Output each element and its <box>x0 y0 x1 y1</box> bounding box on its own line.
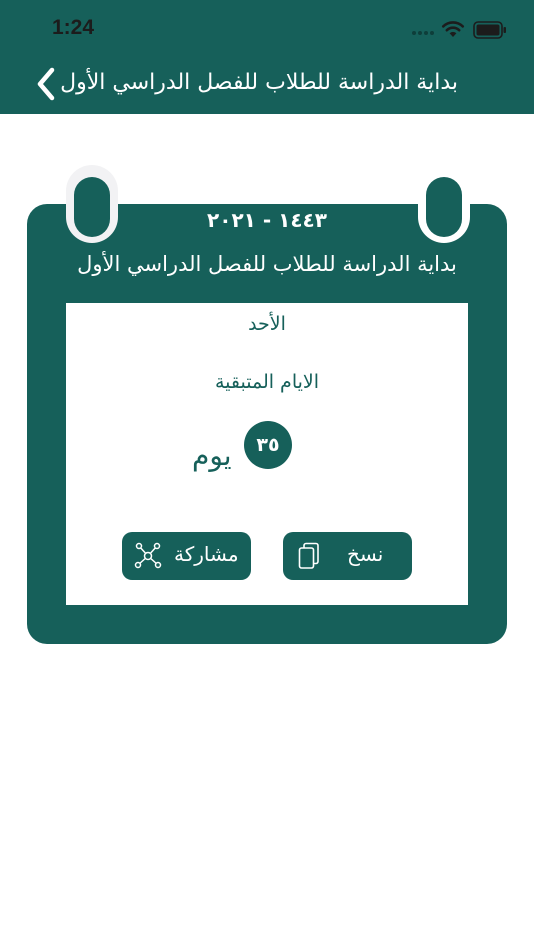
back-button[interactable] <box>28 64 64 104</box>
share-button[interactable]: مشاركة <box>122 532 251 580</box>
copy-button-label: نسخ <box>347 542 384 566</box>
copy-button[interactable]: نسخ <box>283 532 412 580</box>
remaining-days-label: الايام المتبقية <box>214 371 320 393</box>
signal-dots-icon <box>412 31 434 35</box>
share-button-label: مشاركة <box>174 542 239 566</box>
share-network-icon <box>134 542 162 569</box>
calendar-years: ١٤٤٣ - ٢٠٢١ <box>207 208 327 232</box>
battery-icon <box>473 21 506 39</box>
status-time: 1:24 <box>52 16 95 39</box>
wifi-icon <box>441 21 465 37</box>
app-header: 1:24 بداية الدراسة للطلاب للفصل الدراسي … <box>0 0 534 114</box>
nav-title: بداية الدراسة للطلاب للفصل الدراسي الأول <box>60 70 458 95</box>
copy-icon <box>298 542 319 569</box>
chevron-left-icon <box>37 67 55 101</box>
day-name: الأحد <box>248 313 286 335</box>
days-unit-label: يوم <box>192 439 232 472</box>
event-title: بداية الدراسة للطلاب للفصل الدراسي الأول <box>77 252 457 276</box>
remaining-days-count: ٣٥ <box>244 421 292 469</box>
calendar-body: الأحد الايام المتبقية ٣٥ يوم نسخ مشاركة <box>66 303 468 605</box>
